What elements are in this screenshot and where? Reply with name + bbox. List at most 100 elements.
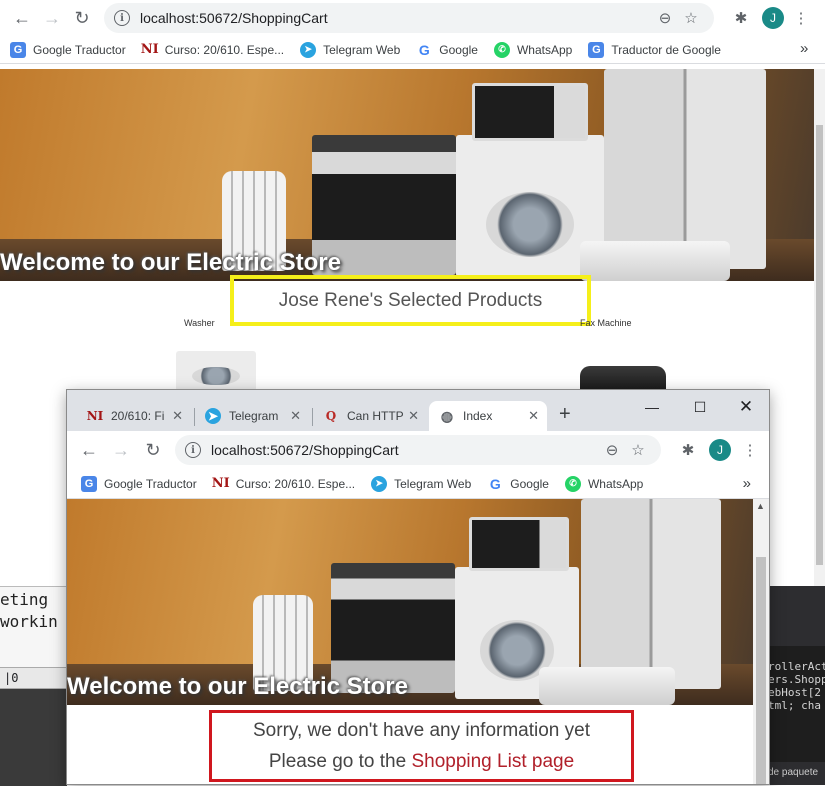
telegram-icon: ➤ [205,408,221,424]
editor-text-line-2: workin [0,612,58,631]
zoom-icon[interactable]: ⊖ [652,9,678,27]
code-line-4: tml; cha [768,699,821,712]
google-translate-icon: G [10,41,26,58]
product-name-washer: Washer [184,318,215,328]
google-translate-icon: G [588,41,605,58]
back-button[interactable]: ← [75,436,103,464]
close-icon[interactable]: ✕ [528,408,539,424]
reload-button[interactable]: ↻ [68,4,96,32]
telegram-icon: ➤ [371,475,388,492]
telegram-icon: ➤ [300,41,317,58]
back-toolbar: ← → ↻ i localhost:50672/ShoppingCart ⊖ ☆… [0,0,825,36]
product-image-fax-machine[interactable] [580,366,666,391]
forward-button[interactable]: → [107,436,135,464]
shopping-list-link[interactable]: Shopping List page [411,751,574,772]
page-scrollbar[interactable] [814,69,825,587]
scrollbar-thumb[interactable] [756,557,766,784]
new-tab-button[interactable]: + [559,403,571,426]
close-icon[interactable]: ✕ [408,408,419,424]
reload-button[interactable]: ↻ [139,436,167,464]
forward-button[interactable]: → [38,4,66,32]
maximize-button[interactable]: ☐ [685,396,715,418]
selected-products-heading: Jose Rene's Selected Products [230,275,591,326]
address-url[interactable]: localhost:50672/ShoppingCart [140,10,652,26]
tab-quora[interactable]: Q Can HTTP ✕ [313,401,427,431]
close-icon[interactable]: ✕ [290,408,301,424]
product-name-fax-machine: Fax Machine [580,318,632,328]
tab-strip: NI 20/610: Fi ✕ ➤ Telegram ✕ Q Can HTTP … [67,390,769,431]
bookmark-whatsapp[interactable]: ✆ WhatsApp [493,41,572,58]
bookmark-star-icon[interactable]: ☆ [678,9,704,27]
microwave-image [472,83,588,141]
bookmark-telegram[interactable]: ➤ Telegram Web [300,41,400,58]
air-conditioner-image [539,667,675,705]
output-footer: de paquete [768,762,825,785]
whatsapp-icon: ✆ [564,475,581,492]
no-information-message: Sorry, we don't have any information yet… [209,710,634,782]
site-info-icon[interactable]: i [114,10,130,26]
site-info-icon[interactable]: i [185,442,201,458]
message-line-1: Sorry, we don't have any information yet [253,720,590,741]
back-bookmarks-bar: G Google Traductor NI Curso: 20/610. Espe.… [0,36,825,64]
globe-icon: ◍ [440,407,454,424]
bookmark-traductor-de-google[interactable]: G Traductor de Google [588,41,721,58]
air-conditioner-image [580,241,730,281]
front-page-viewport: Welcome to our Electric Store ▲ Sorry, w… [67,499,769,784]
ni-icon: NI [211,476,230,491]
fridge-image [581,499,721,689]
google-icon: G [489,475,501,492]
extensions-icon[interactable]: ✱ [675,441,701,459]
bookmark-curso[interactable]: NI Curso: 20/610. Espe... [140,42,284,58]
bookmark-google-traductor[interactable]: G Google Traductor [81,475,197,492]
bookmark-google[interactable]: G Google [487,476,549,492]
minimize-button[interactable]: — [637,396,667,418]
fridge-image [604,69,766,269]
tab-curso[interactable]: NI 20/610: Fi ✕ [77,401,191,431]
zoom-icon[interactable]: ⊖ [599,441,625,459]
menu-icon[interactable]: ⋮ [788,9,814,27]
scroll-up-arrow[interactable]: ▲ [756,501,765,511]
product-image-washer[interactable] [176,351,256,391]
page-scrollbar[interactable]: ▲ [753,499,769,784]
menu-icon[interactable]: ⋮ [737,441,763,459]
address-bar[interactable]: i localhost:50672/ShoppingCart ⊖ ☆ [104,3,714,33]
bookmark-whatsapp[interactable]: ✆ WhatsApp [564,475,643,492]
background-editor-panel: eting workin |0 [0,586,67,786]
bookmark-curso[interactable]: NI Curso: 20/610. Espe... [211,476,355,492]
bookmark-google[interactable]: G Google [416,42,478,58]
extensions-icon[interactable]: ✱ [728,9,754,27]
quora-icon: Q [325,409,337,423]
back-button[interactable]: ← [8,4,36,32]
address-bar[interactable]: i localhost:50672/ShoppingCart ⊖ ☆ [175,435,661,465]
front-bookmarks-bar: G Google Traductor NI Curso: 20/610. Espe.… [67,469,769,499]
hero-image: Welcome to our Electric Store [0,69,814,281]
tab-telegram[interactable]: ➤ Telegram ✕ [195,401,309,431]
editor-text-line-1: eting [0,590,49,609]
front-browser-window: NI 20/610: Fi ✕ ➤ Telegram ✕ Q Can HTTP … [66,389,770,785]
background-code-panel: rollerAct ers.Shopp ebHost[2 tml; cha de… [768,586,825,785]
front-toolbar: ← → ↻ i localhost:50672/ShoppingCart ⊖ ☆… [67,431,769,469]
bookmark-star-icon[interactable]: ☆ [625,441,651,459]
google-icon: G [418,41,430,58]
hero-title: Welcome to our Electric Store [0,249,341,276]
more-bookmarks-chevron[interactable]: » [743,475,751,492]
editor-status-bar: |0 [0,667,67,689]
ni-icon: NI [140,42,159,57]
profile-avatar[interactable]: J [709,439,731,461]
hero-title: Welcome to our Electric Store [67,673,408,700]
scrollbar-thumb[interactable] [816,125,823,565]
more-bookmarks-chevron[interactable]: » [800,40,808,57]
tab-index[interactable]: ◍ Index ✕ [429,401,547,431]
profile-avatar[interactable]: J [762,7,784,29]
address-url[interactable]: localhost:50672/ShoppingCart [211,442,599,458]
close-icon[interactable]: ✕ [172,408,183,424]
google-translate-icon: G [81,475,97,492]
whatsapp-icon: ✆ [493,41,510,58]
bookmark-google-traductor[interactable]: G Google Traductor [10,41,126,58]
code-line-1: rollerAct [768,660,825,673]
hero-image: Welcome to our Electric Store [67,499,753,705]
code-line-3: ebHost[2 [768,686,821,699]
code-line-2: ers.Shopp [768,673,825,686]
bookmark-telegram[interactable]: ➤ Telegram Web [371,475,471,492]
close-window-button[interactable]: ✕ [731,396,761,418]
